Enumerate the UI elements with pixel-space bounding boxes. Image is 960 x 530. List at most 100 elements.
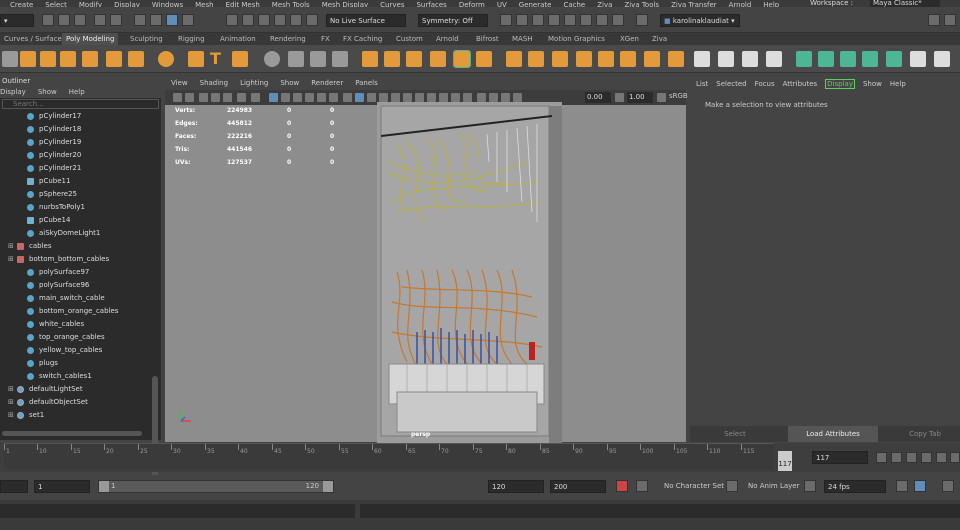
live-surface-field[interactable]: No Live Surface (326, 14, 406, 27)
viewport-menu-lighting[interactable]: Lighting (240, 79, 268, 87)
outliner-item[interactable]: pCylinder21 (0, 162, 161, 175)
outliner-item[interactable]: ⊞ cables (0, 240, 161, 253)
textured-icon[interactable] (391, 93, 400, 102)
loop-icon[interactable] (896, 480, 908, 492)
outliner-item[interactable]: white_cables (0, 318, 161, 331)
snap-surface-icon[interactable] (290, 14, 302, 26)
attr-menu-list[interactable]: List (696, 80, 708, 88)
load-attributes-button[interactable]: Load Attributes (788, 426, 878, 442)
attr-menu-selected[interactable]: Selected (716, 80, 746, 88)
sound-icon[interactable] (914, 480, 926, 492)
tab-custom[interactable]: Custom (392, 33, 427, 45)
new-scene-icon[interactable] (42, 14, 54, 26)
tab-sculpting[interactable]: Sculpting (126, 33, 167, 45)
xray-icon[interactable] (379, 93, 388, 102)
outliner-hscrollbar[interactable] (2, 431, 142, 436)
anti-aliasing-icon[interactable] (451, 93, 460, 102)
tab-bifrost[interactable]: Bifrost (472, 33, 503, 45)
outliner-menu-help[interactable]: Help (69, 88, 85, 96)
outliner-item[interactable]: pCylinder17 (0, 110, 161, 123)
select-camera-icon[interactable] (173, 93, 182, 102)
snap-point-icon[interactable] (258, 14, 270, 26)
color-management-icon[interactable] (657, 93, 666, 102)
safe-action-icon[interactable] (317, 93, 326, 102)
outliner-item[interactable]: ⊞ defaultLightSet (0, 383, 161, 396)
grease-pencil-icon[interactable] (237, 93, 246, 102)
platonic-solid-icon[interactable] (158, 51, 174, 67)
tab-fx-caching[interactable]: FX Caching (339, 33, 386, 45)
open-scene-icon[interactable] (58, 14, 70, 26)
bevel-icon[interactable] (430, 51, 446, 67)
separate-icon[interactable] (288, 51, 304, 67)
render-settings-icon[interactable] (564, 14, 576, 26)
play-forwards-icon[interactable] (936, 452, 947, 463)
workspace-toggle-icon[interactable] (928, 14, 940, 26)
tab-animation[interactable]: Animation (216, 33, 260, 45)
character-set-dropdown[interactable]: No Character Set (664, 480, 724, 493)
key-settings-icon[interactable] (636, 480, 648, 492)
isolate-select-icon[interactable] (477, 93, 486, 102)
spherical-map-icon[interactable] (840, 51, 856, 67)
tab-ziva[interactable]: Ziva (648, 33, 671, 45)
anim-layer-icon[interactable] (804, 480, 816, 492)
attr-menu-help[interactable]: Help (890, 80, 906, 88)
construction-history-icon[interactable] (500, 14, 512, 26)
mel-input[interactable] (0, 504, 355, 518)
expand-icon[interactable]: ⊞ (8, 240, 14, 253)
start-time-field[interactable] (0, 480, 28, 493)
viewport-menu-shading[interactable]: Shading (200, 79, 228, 87)
snap-curve-icon[interactable] (242, 14, 254, 26)
poly-cube-icon[interactable] (40, 51, 56, 67)
mirror-icon[interactable] (362, 51, 378, 67)
outliner-item[interactable]: aiSkyDomeLight1 (0, 227, 161, 240)
snap-view-icon[interactable] (274, 14, 286, 26)
shelf-menu-icon[interactable] (2, 51, 18, 67)
combine-icon[interactable] (264, 51, 280, 67)
outliner-item[interactable]: polySurface96 (0, 279, 161, 292)
time-slider-track[interactable]: 1 10 15 20 25 30 35 40 45 50 55 60 65 70 75 80 85 90 95 100… (4, 443, 774, 470)
safe-title-icon[interactable] (329, 93, 338, 102)
render-setup-icon[interactable] (596, 14, 608, 26)
outliner-item[interactable]: switch_cables1 (0, 370, 161, 383)
attr-menu-attributes[interactable]: Attributes (783, 80, 818, 88)
outliner-item[interactable]: pCylinder19 (0, 136, 161, 149)
light-editor-icon[interactable] (612, 14, 624, 26)
resolution-gate-icon[interactable] (281, 93, 290, 102)
select-hierarchy-icon[interactable] (134, 14, 146, 26)
film-gate-icon[interactable] (269, 93, 278, 102)
render-frame-icon[interactable] (532, 14, 544, 26)
poly-disc-icon[interactable] (128, 51, 144, 67)
step-back-key-icon[interactable] (891, 452, 902, 463)
outliner-item[interactable]: polySurface97 (0, 266, 161, 279)
grid-icon[interactable] (251, 93, 260, 102)
shadows-icon[interactable] (415, 93, 424, 102)
range-start-handle[interactable] (99, 481, 109, 492)
outliner-item[interactable]: ⊞ bottom_bottom_cables (0, 253, 161, 266)
arnold-render-icon[interactable] (636, 14, 648, 26)
quad-draw-icon[interactable] (576, 51, 592, 67)
target-weld-icon[interactable] (528, 51, 544, 67)
range-end-handle[interactable] (323, 481, 333, 492)
slide-edge-icon[interactable] (718, 51, 734, 67)
extrude-icon[interactable] (384, 51, 400, 67)
playback-end-field[interactable]: 120 (488, 480, 544, 493)
depth-of-field-icon[interactable] (463, 93, 472, 102)
select-objects-icon[interactable] (150, 14, 162, 26)
workspace-dropdown[interactable]: Maya Classic* (870, 0, 940, 7)
bridge-icon[interactable] (406, 51, 422, 67)
attr-menu-show[interactable]: Show (863, 80, 882, 88)
connect-icon[interactable] (552, 51, 568, 67)
outliner-item[interactable]: yellow_top_cables (0, 344, 161, 357)
uv-layout-icon[interactable] (886, 51, 902, 67)
bookmarks-icon[interactable] (199, 93, 208, 102)
outliner-menu-show[interactable]: Show (38, 88, 57, 96)
outliner-item[interactable]: pSphere25 (0, 188, 161, 201)
tab-curves-surfaces[interactable]: Curves / Surfaces (0, 33, 69, 45)
outliner-item[interactable]: plugs (0, 357, 161, 370)
tab-rigging[interactable]: Rigging (174, 33, 209, 45)
uv-editor-icon[interactable] (742, 51, 758, 67)
outliner-search-input[interactable]: Search... (2, 99, 159, 109)
sidebar-toggle-icon[interactable] (944, 14, 956, 26)
poly-plane-icon[interactable] (106, 51, 122, 67)
expand-icon[interactable]: ⊞ (8, 383, 14, 396)
